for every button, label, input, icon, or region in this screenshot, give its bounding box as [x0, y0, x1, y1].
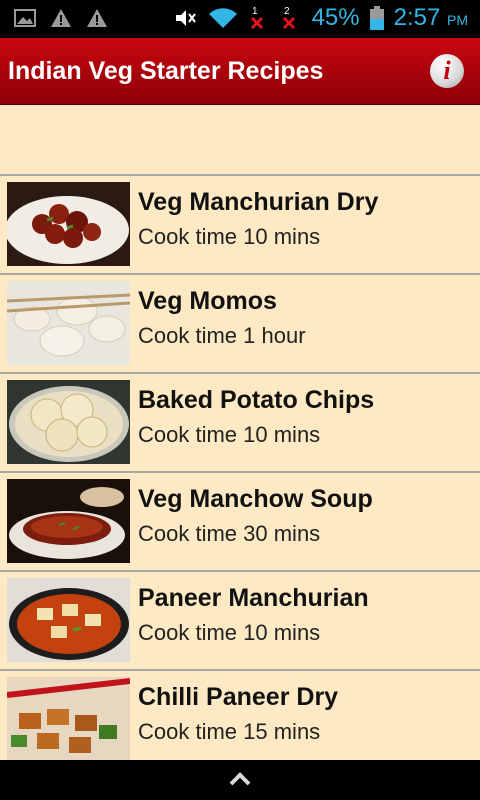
recipe-cook-time: Cook time 1 hour — [138, 323, 306, 348]
battery-percent: 45% — [311, 4, 360, 31]
mute-icon — [175, 10, 196, 26]
recipe-thumbnail — [7, 281, 130, 365]
warning-icon — [87, 9, 107, 27]
info-button[interactable]: i — [430, 54, 464, 88]
sim2-label: 2 — [284, 6, 290, 17]
status-bar: 1 2 45% 2:57 PM — [0, 0, 480, 38]
recipe-item[interactable]: Paneer Manchurian Cook time 10 mins — [0, 570, 480, 669]
recipe-cook-time: Cook time 30 mins — [138, 521, 321, 546]
clock-ampm: PM — [447, 12, 468, 28]
recipe-thumbnail — [7, 182, 130, 266]
recipe-thumbnail — [7, 479, 130, 563]
sim1-label: 1 — [252, 6, 258, 17]
no-signal-icon: 2 — [282, 6, 295, 30]
app-bar: Indian Veg Starter Recipes i — [0, 38, 480, 105]
recipe-title: Baked Potato Chips — [138, 386, 375, 414]
recipe-title: Veg Manchow Soup — [138, 485, 373, 513]
recipe-item[interactable]: Chilli Paneer Dry Cook time 15 mins — [0, 669, 480, 760]
recipe-title: Veg Momos — [138, 287, 277, 315]
recipe-thumbnail — [7, 677, 130, 760]
recipe-title: Paneer Manchurian — [138, 584, 369, 612]
app-title: Indian Veg Starter Recipes — [8, 57, 324, 85]
nav-bar — [0, 760, 480, 800]
recipe-thumbnail — [7, 578, 130, 662]
image-icon — [14, 9, 36, 27]
recipe-title: Veg Manchurian Dry — [138, 188, 379, 216]
no-signal-icon: 1 — [250, 6, 263, 30]
recipe-cook-time: Cook time 15 mins — [138, 719, 321, 744]
recipe-cook-time: Cook time 10 mins — [138, 224, 321, 249]
recipe-cook-time: Cook time 10 mins — [138, 620, 321, 645]
clock-time: 2:57 — [393, 4, 441, 31]
warning-icon — [51, 9, 71, 27]
wifi-icon — [208, 8, 237, 28]
recipe-thumbnail — [7, 380, 130, 464]
recipe-item[interactable]: Veg Manchow Soup Cook time 30 mins — [0, 471, 480, 570]
battery-icon — [369, 6, 384, 30]
info-icon: i — [443, 56, 451, 85]
recipe-title: Chilli Paneer Dry — [138, 683, 339, 711]
up-chevron-icon[interactable] — [228, 770, 252, 788]
recipe-cook-time: Cook time 10 mins — [138, 422, 321, 447]
recipe-item[interactable]: Veg Momos Cook time 1 hour — [0, 273, 480, 372]
clock: 2:57 PM — [394, 4, 468, 32]
recipe-item[interactable]: Baked Potato Chips Cook time 10 mins — [0, 372, 480, 471]
recipe-item[interactable]: Veg Manchurian Dry Cook time 10 mins — [0, 174, 480, 273]
recipe-list[interactable]: Veg Manchurian Dry Cook time 10 mins Veg… — [0, 174, 480, 760]
